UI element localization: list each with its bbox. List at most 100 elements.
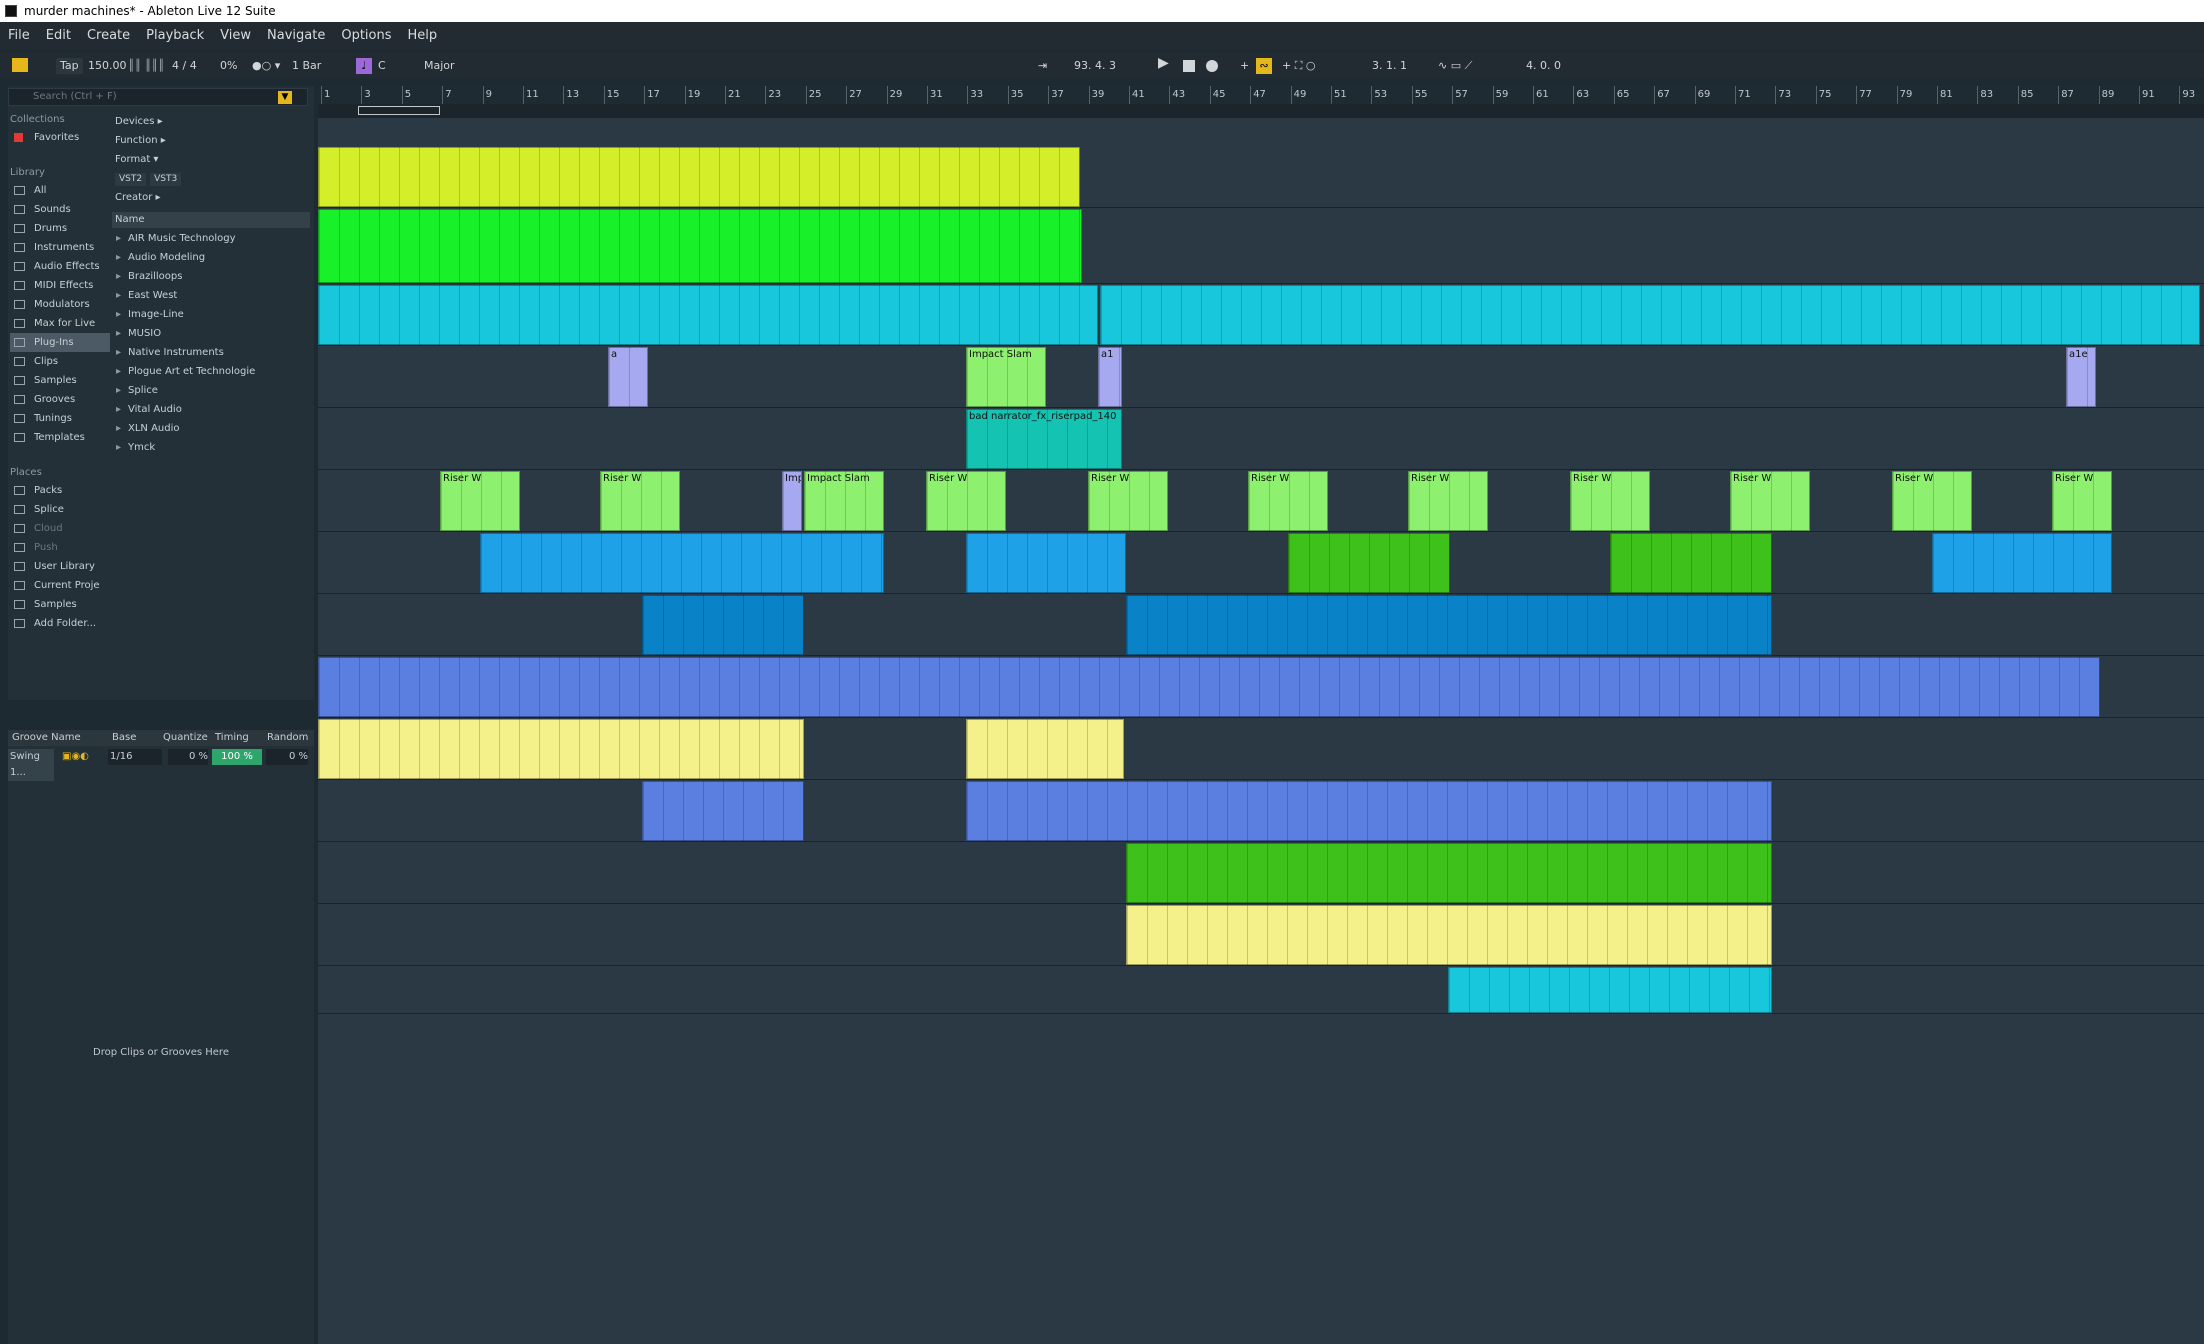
list-item[interactable]: Brazilloops xyxy=(112,267,310,286)
arrangement-clip[interactable] xyxy=(1126,843,1772,903)
menu-options[interactable]: Options xyxy=(341,28,391,43)
record-button[interactable] xyxy=(1206,60,1218,72)
list-item[interactable]: Native Instruments xyxy=(112,343,310,362)
sidebar-item-current-project[interactable]: Current Proje xyxy=(10,576,110,595)
menu-view[interactable]: View xyxy=(220,28,251,43)
arrangement-clip[interactable] xyxy=(642,595,804,655)
arrangement-clip[interactable] xyxy=(1126,595,1772,655)
track-lane[interactable] xyxy=(318,780,2204,842)
arrangement-clip[interactable] xyxy=(318,285,1098,345)
filter-format[interactable]: Format ▾ xyxy=(112,150,310,169)
arrangement-clip[interactable] xyxy=(1932,533,2112,593)
arrangement-clip[interactable]: Riser W xyxy=(926,471,1006,531)
filter-devices[interactable]: Devices ▸ xyxy=(112,112,310,131)
sidebar-item-packs[interactable]: Packs xyxy=(10,481,110,500)
arrangement-clip[interactable]: Riser W xyxy=(1248,471,1328,531)
arrangement-clip[interactable] xyxy=(642,781,804,841)
sidebar-item-tunings[interactable]: Tunings xyxy=(10,409,110,428)
tap-tempo-button[interactable]: Tap xyxy=(56,58,83,74)
track-lane[interactable] xyxy=(318,146,2204,208)
arrangement-clip[interactable] xyxy=(1100,285,2200,345)
follow-icon[interactable]: ⇥ xyxy=(1038,58,1047,74)
arrangement-clip[interactable]: Riser W xyxy=(1892,471,1972,531)
sidebar-item-splice[interactable]: Splice xyxy=(10,500,110,519)
quantize-menu[interactable]: 1 Bar xyxy=(292,58,321,74)
groove-amount-field[interactable]: 0% xyxy=(220,58,237,74)
arrangement-clip[interactable] xyxy=(318,209,1082,283)
arrangement-clip[interactable] xyxy=(318,719,804,779)
sidebar-item-plug-ins[interactable]: Plug-Ins xyxy=(10,333,110,352)
menu-create[interactable]: Create xyxy=(87,28,130,43)
metronome-bars-icon[interactable]: ║║ ║║║ xyxy=(128,58,165,74)
arrangement-clip[interactable]: Riser W xyxy=(1730,471,1810,531)
key-select[interactable]: C xyxy=(378,58,386,74)
filter-vst3[interactable]: VST3 xyxy=(150,173,182,186)
stop-button[interactable] xyxy=(1183,60,1195,72)
name-column-header[interactable]: Name xyxy=(112,212,310,228)
groove-random[interactable]: 0 % xyxy=(266,749,308,765)
time-signature-field[interactable]: 4 / 4 xyxy=(172,58,197,74)
filter-vst2[interactable]: VST2 xyxy=(115,173,147,186)
sidebar-item-samples-folder[interactable]: Samples xyxy=(10,595,110,614)
arrangement-clip[interactable]: Riser W xyxy=(2052,471,2112,531)
scale-select[interactable]: Major xyxy=(424,58,455,74)
list-item[interactable]: East West xyxy=(112,286,310,305)
list-item[interactable]: Image-Line xyxy=(112,305,310,324)
track-lane[interactable] xyxy=(318,208,2204,284)
capture-icon[interactable]: + ⛶ ○ xyxy=(1282,58,1316,74)
metronome-icon[interactable]: ●○ ▾ xyxy=(252,58,280,74)
track-lane[interactable]: bad narrator_fx_riserpad_140 xyxy=(318,408,2204,470)
groove-hot-swap-icon[interactable]: ▣◉◐ xyxy=(62,749,89,765)
arrangement-clip[interactable]: Riser W xyxy=(440,471,520,531)
list-item[interactable]: AIR Music Technology xyxy=(112,229,310,248)
track-lane[interactable] xyxy=(318,532,2204,594)
loop-region[interactable] xyxy=(358,106,440,115)
menu-navigate[interactable]: Navigate xyxy=(267,28,325,43)
sidebar-item-user-library[interactable]: User Library xyxy=(10,557,110,576)
track-lane[interactable] xyxy=(318,284,2204,346)
arrangement-clip[interactable]: Impact Slam xyxy=(804,471,884,531)
sidebar-item-samples[interactable]: Samples xyxy=(10,371,110,390)
tempo-field[interactable]: 150.00 xyxy=(88,58,127,74)
groove-base[interactable]: 1/16 xyxy=(108,749,162,765)
song-position-field[interactable]: 93. 4. 3 xyxy=(1074,58,1116,74)
arrangement-clip[interactable] xyxy=(480,533,884,593)
track-lane[interactable] xyxy=(318,842,2204,904)
arrangement-clip[interactable] xyxy=(318,147,1080,207)
list-item[interactable]: Plogue Art et Technologie xyxy=(112,362,310,381)
track-lane[interactable]: a a1 a1e Impact Slam xyxy=(318,346,2204,408)
filter-function[interactable]: Function ▸ xyxy=(112,131,310,150)
list-item[interactable]: Splice xyxy=(112,381,310,400)
arrangement-clip[interactable] xyxy=(1288,533,1450,593)
automation-arm-icon[interactable]: ∾ xyxy=(1256,58,1272,74)
track-lane[interactable] xyxy=(318,718,2204,780)
link-toggle-icon[interactable] xyxy=(12,58,28,72)
arrangement-clip[interactable]: Imp xyxy=(782,471,802,531)
arrangement-clip[interactable]: Riser W xyxy=(1570,471,1650,531)
list-item[interactable]: Ymck xyxy=(112,438,310,457)
sidebar-item-audio-effects[interactable]: Audio Effects xyxy=(10,257,110,276)
track-lane[interactable] xyxy=(318,966,2204,1014)
sidebar-item-clips[interactable]: Clips xyxy=(10,352,110,371)
arrangement-clip[interactable] xyxy=(1126,905,1772,965)
menu-edit[interactable]: Edit xyxy=(46,28,71,43)
menu-playback[interactable]: Playback xyxy=(146,28,204,43)
menu-file[interactable]: File xyxy=(8,28,30,43)
list-item[interactable]: Audio Modeling xyxy=(112,248,310,267)
track-lane[interactable]: Riser W Riser W Imp Impact Slam Riser W Riser… xyxy=(318,470,2204,532)
filter-view-icon[interactable]: ▼ xyxy=(278,91,292,104)
loop-brace[interactable] xyxy=(318,104,2204,118)
arrangement-clip[interactable]: a xyxy=(608,347,648,407)
arrangement-clip[interactable]: bad narrator_fx_riserpad_140 xyxy=(966,409,1122,469)
track-lane[interactable] xyxy=(318,904,2204,966)
sidebar-item-drums[interactable]: Drums xyxy=(10,219,110,238)
groove-quantize[interactable]: 0 % xyxy=(168,749,208,765)
filter-creator[interactable]: Creator ▸ xyxy=(112,188,310,207)
arrangement-clip[interactable] xyxy=(966,533,1126,593)
overdub-icon[interactable]: + xyxy=(1240,58,1249,74)
arrangement-clip[interactable]: Riser W xyxy=(1088,471,1168,531)
arrangement-clip[interactable]: a1e xyxy=(2066,347,2096,407)
groove-row[interactable]: Swing 1... ▣◉◐ 1/16 0 % 100 % 0 % xyxy=(8,749,314,781)
scale-mode-icon[interactable]: ♩ xyxy=(356,58,372,74)
sidebar-item-templates[interactable]: Templates xyxy=(10,428,110,447)
